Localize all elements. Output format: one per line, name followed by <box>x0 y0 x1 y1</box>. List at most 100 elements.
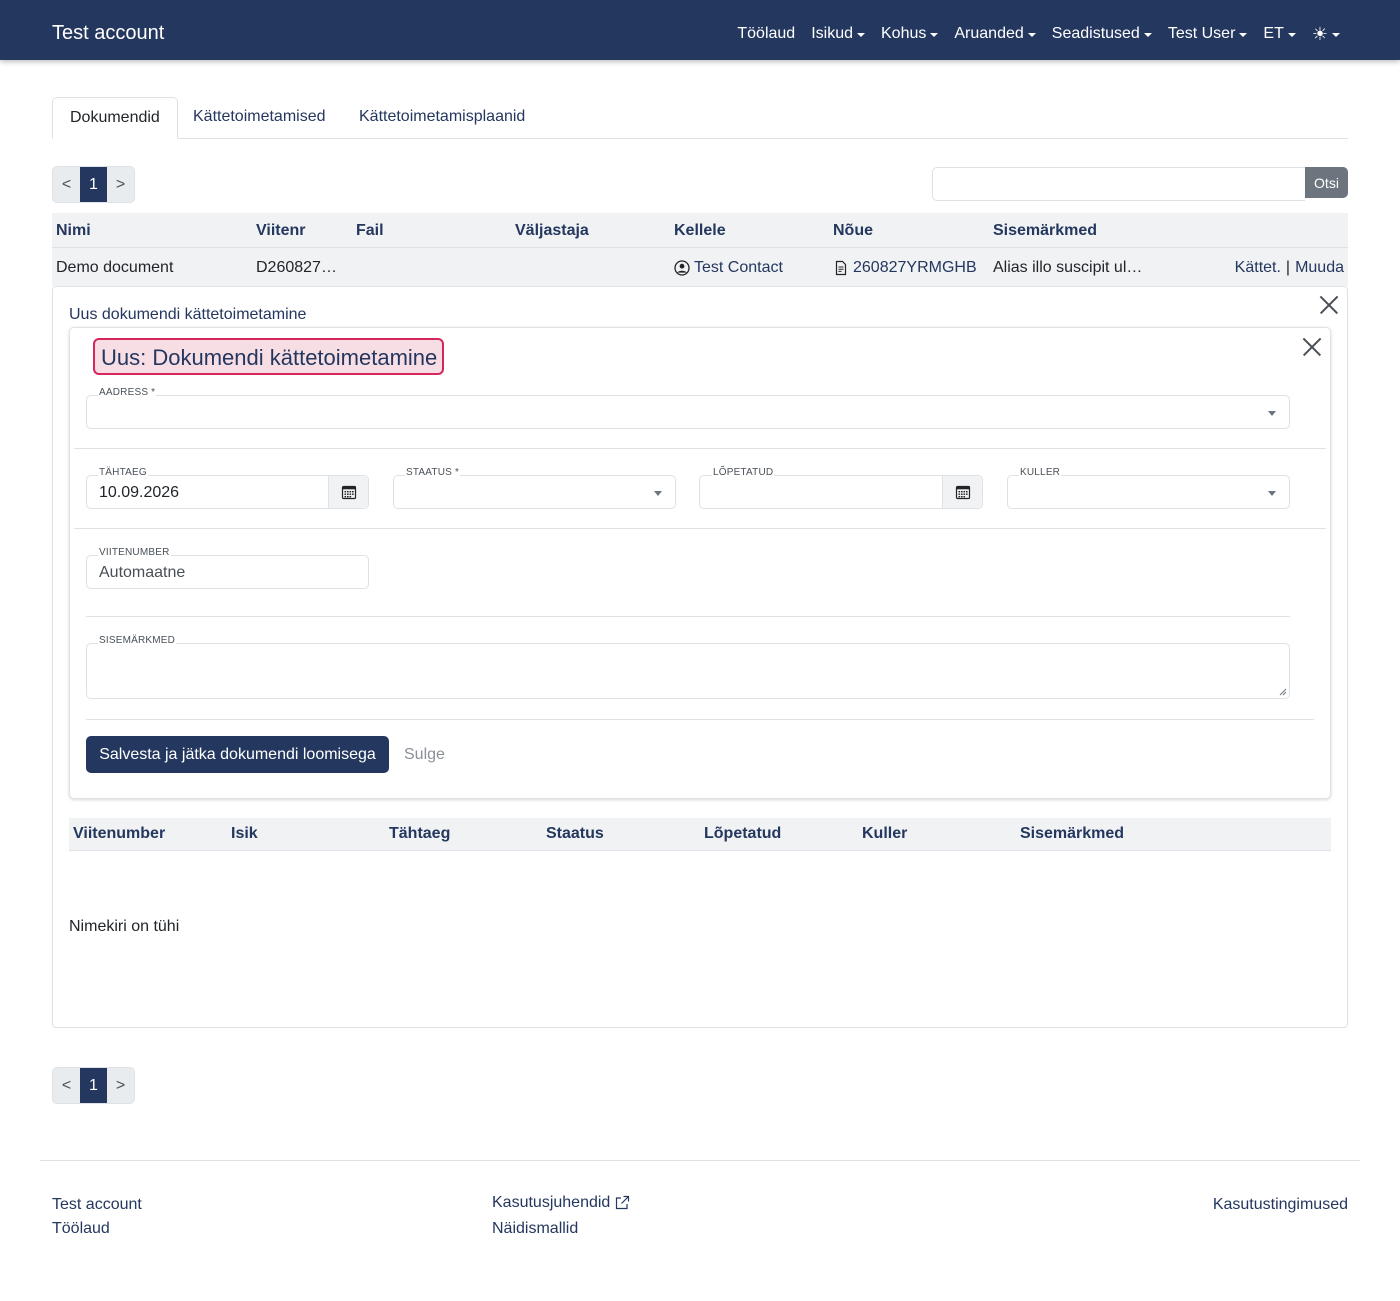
pagination-top: < 1 > <box>52 166 135 203</box>
caret-down-icon <box>930 33 939 37</box>
person-circle-icon <box>674 260 690 276</box>
resize-handle-icon[interactable] <box>1279 688 1287 696</box>
muuda-link[interactable]: Muuda <box>1295 259 1344 277</box>
save-continue-button[interactable]: Salvesta ja jätka dokumendi loomisega <box>86 736 389 773</box>
form-title: Uus: Dokumendi kättetoimetamine <box>93 338 445 375</box>
nav-dropdown-seadistused[interactable]: Seadistused <box>1052 25 1152 43</box>
search-button[interactable]: Otsi <box>1305 167 1348 198</box>
tahtaeg-value: 10.09.2026 <box>99 484 180 501</box>
column-header[interactable]: Viitenr <box>256 222 306 240</box>
column-header[interactable]: Sisemärkmed <box>1020 825 1124 843</box>
kuller-select[interactable] <box>1007 475 1290 509</box>
delivery-panel: Uus dokumendi kättetoimetamine Uus: Doku… <box>52 286 1348 1028</box>
footer-link-toolaud[interactable]: Töölaud <box>52 1220 110 1238</box>
nav-dropdown-theme[interactable]: ☀ <box>1311 24 1340 44</box>
aadress-select[interactable] <box>86 395 1290 429</box>
divider <box>86 616 1290 617</box>
cell-viitenr: D260827… <box>256 259 337 276</box>
nav-menu: Töölaud Isikud Kohus Aruanded Seadistuse… <box>721 25 1340 43</box>
column-header[interactable]: Nimi <box>56 222 91 240</box>
nav-item-label: Kohus <box>881 25 927 42</box>
cell-nimi: Demo document <box>56 259 174 276</box>
table-row[interactable]: Demo document D260827… Test Contact 2608… <box>52 248 1348 286</box>
pagination-next[interactable]: > <box>107 167 134 202</box>
lopetatud-label: LÕPETATUD <box>712 467 775 478</box>
panel-title: Uus dokumendi kättetoimetamine <box>69 306 307 323</box>
cell-kellele[interactable]: Test Contact <box>674 259 783 277</box>
caret-down-icon <box>1268 411 1276 416</box>
pagination-prev[interactable]: < <box>53 1068 80 1103</box>
footer-divider <box>40 1160 1360 1161</box>
staatus-label: STAATUS * <box>405 467 461 478</box>
calendar-icon[interactable] <box>328 476 368 508</box>
action-separator: | <box>1285 259 1291 276</box>
close-icon[interactable] <box>1320 296 1338 314</box>
nav-item-label: Töölaud <box>737 25 796 42</box>
column-header[interactable]: Viitenumber <box>73 825 165 843</box>
tab-kattetoimetamised[interactable]: Kättetoimetamised <box>176 97 343 139</box>
nav-item-label: Test User <box>1167 25 1236 42</box>
nav-dropdown-aruanded[interactable]: Aruanded <box>954 25 1036 43</box>
calendar-icon[interactable] <box>942 476 982 508</box>
tab-kattetoimetamisplaanid[interactable]: Kättetoimetamisplaanid <box>342 97 542 139</box>
column-header[interactable]: Tähtaeg <box>389 825 450 843</box>
column-header[interactable]: Väljastaja <box>515 222 589 240</box>
viitenumber-field[interactable]: Automaatne <box>86 555 369 589</box>
empty-list-message: Nimekiri on tühi <box>69 918 180 935</box>
footer-link-kasutustingimused[interactable]: Kasutustingimused <box>1213 1196 1348 1214</box>
column-header[interactable]: Lõpetatud <box>704 825 781 843</box>
sun-icon: ☀ <box>1311 24 1328 44</box>
close-icon[interactable] <box>1303 338 1321 356</box>
cell-noue[interactable]: 260827YRMGHB <box>833 259 977 277</box>
column-header[interactable]: Fail <box>356 222 384 240</box>
contact-link[interactable]: Test Contact <box>694 259 783 277</box>
column-header[interactable]: Sisemärkmed <box>993 222 1097 240</box>
tab-dokumendid[interactable]: Dokumendid <box>52 97 178 139</box>
search-input[interactable] <box>932 167 1305 201</box>
pagination-page[interactable]: 1 <box>80 167 107 202</box>
staatus-select[interactable] <box>393 475 676 509</box>
tahtaeg-field[interactable]: 10.09.2026 <box>86 475 369 509</box>
caret-down-icon <box>1268 491 1276 496</box>
footer-link-account[interactable]: Test account <box>52 1196 142 1214</box>
pagination-prev[interactable]: < <box>53 167 80 202</box>
top-navbar: Test account Töölaud Isikud Kohus Aruand… <box>0 0 1400 60</box>
column-header[interactable]: Kellele <box>674 222 726 240</box>
table-header: Nimi Viitenr Fail Väljastaja Kellele Nõu… <box>52 213 1348 248</box>
lopetatud-field[interactable] <box>699 475 983 509</box>
nav-dropdown-kohus[interactable]: Kohus <box>881 25 939 43</box>
nav-dropdown-isikud[interactable]: Isikud <box>811 25 865 43</box>
caret-down-icon <box>1287 33 1296 37</box>
nav-dropdown-user[interactable]: Test User <box>1168 25 1248 43</box>
column-header[interactable]: Kuller <box>862 825 907 843</box>
kuller-label: KULLER <box>1019 467 1062 478</box>
nav-item-label: Isikud <box>811 25 853 42</box>
tahtaeg-label: TÄHTAEG <box>98 467 148 478</box>
nav-item-toolaud[interactable]: Töölaud <box>737 25 795 43</box>
footer-link-label: Kasutusjuhendid <box>492 1194 611 1211</box>
claim-link[interactable]: 260827YRMGHB <box>853 259 977 277</box>
external-link-icon <box>616 1195 630 1210</box>
nav-dropdown-language[interactable]: ET <box>1263 25 1296 43</box>
pagination-next[interactable]: > <box>107 1068 134 1103</box>
caret-down-icon <box>857 33 865 37</box>
sisemarkmed-textarea[interactable] <box>86 643 1290 699</box>
close-button[interactable]: Sulge <box>404 746 445 764</box>
file-text-icon <box>833 260 849 276</box>
column-header[interactable]: Staatus <box>546 825 604 843</box>
viitenumber-value: Automaatne <box>99 564 186 581</box>
caret-down-icon <box>1027 33 1036 37</box>
brand-link[interactable]: Test account <box>52 22 164 45</box>
sisemarkmed-label: SISEMÄRKMED <box>98 635 177 646</box>
footer-link-naidismallid[interactable]: Näidismallid <box>492 1220 578 1238</box>
pagination-bottom: < 1 > <box>52 1067 135 1104</box>
divider <box>74 528 1326 529</box>
tab-bar: Dokumendid Kättetoimetamised Kättetoimet… <box>52 97 1348 139</box>
pagination-page[interactable]: 1 <box>80 1068 107 1103</box>
delivery-table-header: Viitenumber Isik Tähtaeg Staatus Lõpetat… <box>69 818 1331 851</box>
footer-link-kasutusjuhendid[interactable]: Kasutusjuhendid <box>492 1194 630 1212</box>
column-header[interactable]: Isik <box>231 825 258 843</box>
nav-item-label: Aruanded <box>954 25 1024 42</box>
kattet-link[interactable]: Kättet. <box>1235 259 1281 277</box>
column-header[interactable]: Nõue <box>833 222 873 240</box>
